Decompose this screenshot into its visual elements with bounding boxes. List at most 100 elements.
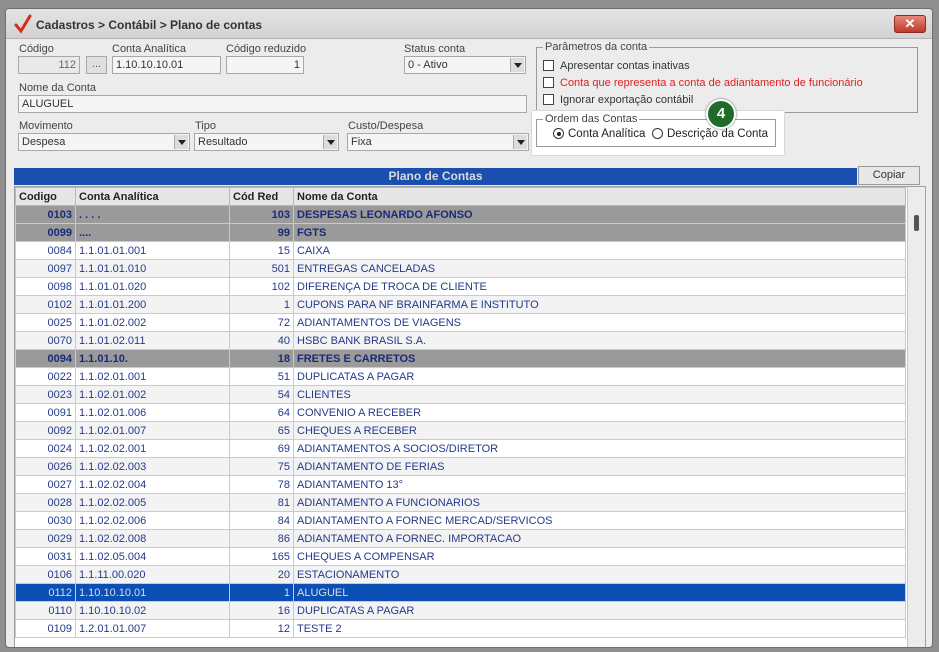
checkbox-box[interactable] — [543, 60, 554, 71]
cell-codigo[interactable]: 0027 — [15, 475, 76, 494]
cell-cod-red[interactable]: 501 — [229, 259, 294, 278]
cell-conta-analitica[interactable]: 1.1.02.02.005 — [75, 493, 230, 512]
codigo-reduzido-field[interactable]: 1 — [226, 56, 304, 74]
cell-codigo[interactable]: 0029 — [15, 529, 76, 548]
nome-conta-field[interactable]: ALUGUEL — [18, 95, 527, 113]
cell-nome-conta[interactable]: ADIANTAMENTO A FORNEC. IMPORTACAO — [293, 529, 906, 548]
cell-nome-conta[interactable]: ADIANTAMENTO 13° — [293, 475, 906, 494]
cell-codigo[interactable]: 0023 — [15, 385, 76, 404]
cell-conta-analitica[interactable]: 1.1.02.01.002 — [75, 385, 230, 404]
cell-codigo[interactable]: 0025 — [15, 313, 76, 332]
cell-nome-conta[interactable]: CUPONS PARA NF BRAINFARMA E INSTITUTO — [293, 295, 906, 314]
cell-codigo[interactable]: 0091 — [15, 403, 76, 422]
cell-nome-conta[interactable]: ADIANTAMENTOS DE VIAGENS — [293, 313, 906, 332]
table-row[interactable]: 0110 1.10.10.10.02 16 DUPLICATAS A PAGAR — [15, 601, 906, 620]
checkbox-box[interactable] — [543, 94, 554, 105]
radio-descricao-conta[interactable]: Descrição da Conta — [652, 128, 768, 140]
cell-cod-red[interactable]: 20 — [229, 565, 294, 584]
table-row[interactable]: 0024 1.1.02.02.001 69 ADIANTAMENTOS A SOCIO… — [15, 439, 906, 458]
table-row[interactable]: 0025 1.1.01.02.002 72 ADIANTAMENTOS DE VIAG… — [15, 313, 906, 332]
cell-conta-analitica[interactable]: 1.1.01.02.002 — [75, 313, 230, 332]
cell-cod-red[interactable]: 1 — [229, 583, 294, 602]
chevron-down-icon[interactable] — [510, 58, 524, 72]
cell-nome-conta[interactable]: FGTS — [293, 223, 906, 242]
table-row[interactable]: 0027 1.1.02.02.004 78 ADIANTAMENTO 13° — [15, 475, 906, 494]
cell-conta-analitica[interactable]: 1.10.10.10.02 — [75, 601, 230, 620]
cell-cod-red[interactable]: 75 — [229, 457, 294, 476]
cell-cod-red[interactable]: 51 — [229, 367, 294, 386]
copy-button[interactable]: Copiar — [858, 166, 920, 185]
cell-cod-red[interactable]: 54 — [229, 385, 294, 404]
table-row[interactable]: 0106 1.1.11.00.020 20 ESTACIONAMENTO — [15, 565, 906, 584]
chevron-down-icon[interactable] — [513, 135, 527, 149]
table-row[interactable]: 0112 1.10.10.10.01 1 ALUGUEL — [15, 583, 906, 602]
cell-cod-red[interactable]: 69 — [229, 439, 294, 458]
cell-codigo[interactable]: 0024 — [15, 439, 76, 458]
table-row[interactable]: 0022 1.1.02.01.001 51 DUPLICATAS A PAGAR — [15, 367, 906, 386]
cell-conta-analitica[interactable]: . . . . — [75, 205, 230, 224]
accounts-table-container[interactable]: Codigo Conta Analítica Cód Red Nome da C… — [14, 186, 926, 647]
table-row[interactable]: 0092 1.1.02.01.007 65 CHEQUES A RECEBER — [15, 421, 906, 440]
cell-codigo[interactable]: 0092 — [15, 421, 76, 440]
cell-codigo[interactable]: 0110 — [15, 601, 76, 620]
cell-conta-analitica[interactable]: 1.1.11.00.020 — [75, 565, 230, 584]
cell-nome-conta[interactable]: DESPESAS LEONARDO AFONSO — [293, 205, 906, 224]
cell-conta-analitica[interactable]: 1.1.01.01.020 — [75, 277, 230, 296]
cell-cod-red[interactable]: 99 — [229, 223, 294, 242]
cell-codigo[interactable]: 0099 — [15, 223, 76, 242]
cell-codigo[interactable]: 0103 — [15, 205, 76, 224]
table-row[interactable]: 0098 1.1.01.01.020 102 DIFERENÇA DE TROCA D… — [15, 277, 906, 296]
cell-nome-conta[interactable]: HSBC BANK BRASIL S.A. — [293, 331, 906, 350]
cell-nome-conta[interactable]: CHEQUES A RECEBER — [293, 421, 906, 440]
cell-conta-analitica[interactable]: 1.1.01.01.001 — [75, 241, 230, 260]
table-row[interactable]: 0023 1.1.02.01.002 54 CLIENTES — [15, 385, 906, 404]
cell-codigo[interactable]: 0097 — [15, 259, 76, 278]
cell-conta-analitica[interactable]: 1.1.02.01.001 — [75, 367, 230, 386]
vertical-scrollbar[interactable] — [907, 187, 925, 647]
conta-analitica-field[interactable]: 1.10.10.10.01 — [112, 56, 221, 74]
cell-nome-conta[interactable]: ESTACIONAMENTO — [293, 565, 906, 584]
cell-cod-red[interactable]: 81 — [229, 493, 294, 512]
cell-codigo[interactable]: 0106 — [15, 565, 76, 584]
cell-codigo[interactable]: 0084 — [15, 241, 76, 260]
radio-selected-icon[interactable] — [553, 128, 564, 139]
checkbox-box[interactable] — [543, 77, 554, 88]
cell-nome-conta[interactable]: CHEQUES A COMPENSAR — [293, 547, 906, 566]
cell-conta-analitica[interactable]: 1.1.02.02.001 — [75, 439, 230, 458]
cell-conta-analitica[interactable]: 1.1.02.05.004 — [75, 547, 230, 566]
chevron-down-icon[interactable] — [323, 135, 337, 149]
cell-cod-red[interactable]: 102 — [229, 277, 294, 296]
cell-cod-red[interactable]: 40 — [229, 331, 294, 350]
col-header-cod-red[interactable]: Cód Red — [229, 187, 294, 206]
cell-nome-conta[interactable]: CONVENIO A RECEBER — [293, 403, 906, 422]
table-row[interactable]: 0031 1.1.02.05.004 165 CHEQUES A COMPENSAR — [15, 547, 906, 566]
cell-conta-analitica[interactable]: 1.1.02.01.007 — [75, 421, 230, 440]
cell-conta-analitica[interactable]: 1.1.02.02.006 — [75, 511, 230, 530]
cell-nome-conta[interactable]: TESTE 2 — [293, 619, 906, 638]
cell-conta-analitica[interactable]: 1.1.01.01.010 — [75, 259, 230, 278]
col-header-nome-conta[interactable]: Nome da Conta — [293, 187, 906, 206]
cell-conta-analitica[interactable]: 1.1.02.02.008 — [75, 529, 230, 548]
cell-nome-conta[interactable]: DIFERENÇA DE TROCA DE CLIENTE — [293, 277, 906, 296]
cell-codigo[interactable]: 0031 — [15, 547, 76, 566]
cell-codigo[interactable]: 0112 — [15, 583, 76, 602]
cell-nome-conta[interactable]: FRETES E CARRETOS — [293, 349, 906, 368]
cell-codigo[interactable]: 0070 — [15, 331, 76, 350]
close-button[interactable]: ✕ — [894, 15, 926, 33]
cell-nome-conta[interactable]: ENTREGAS CANCELADAS — [293, 259, 906, 278]
radio-unselected-icon[interactable] — [652, 128, 663, 139]
cell-nome-conta[interactable]: CAIXA — [293, 241, 906, 260]
cell-conta-analitica[interactable]: 1.1.01.10. — [75, 349, 230, 368]
cell-conta-analitica[interactable]: 1.1.02.01.006 — [75, 403, 230, 422]
cell-cod-red[interactable]: 165 — [229, 547, 294, 566]
cell-conta-analitica[interactable]: .... — [75, 223, 230, 242]
cell-cod-red[interactable]: 72 — [229, 313, 294, 332]
cell-codigo[interactable]: 0109 — [15, 619, 76, 638]
checkbox-ignorar-exportacao[interactable]: Ignorar exportação contábil — [543, 94, 693, 106]
cell-nome-conta[interactable]: CLIENTES — [293, 385, 906, 404]
cell-codigo[interactable]: 0026 — [15, 457, 76, 476]
table-row[interactable]: 0099.... 99 FGTS — [15, 223, 906, 242]
cell-codigo[interactable]: 0022 — [15, 367, 76, 386]
cell-conta-analitica[interactable]: 1.2.01.01.007 — [75, 619, 230, 638]
checkbox-adiantamento-funcionario[interactable]: Conta que representa a conta de adiantam… — [543, 77, 863, 89]
